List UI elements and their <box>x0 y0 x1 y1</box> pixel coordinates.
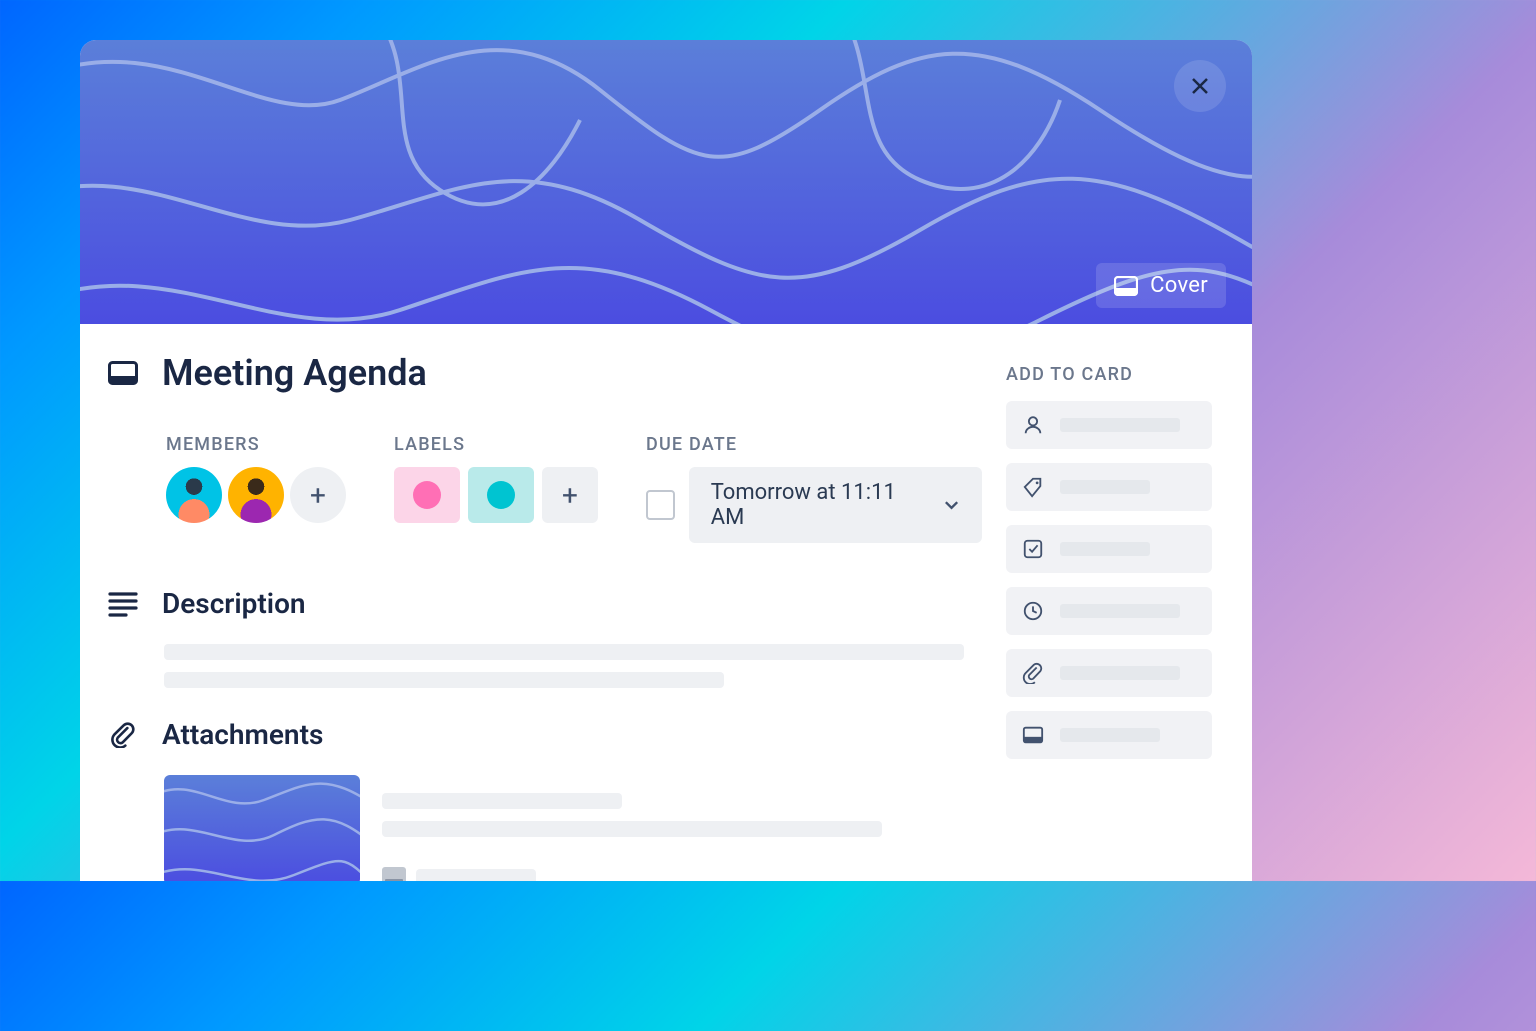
card-sidebar: ADD TO CARD <box>982 324 1252 881</box>
tag-icon <box>1022 476 1044 498</box>
sidebar-cover-button[interactable] <box>1006 711 1212 759</box>
card-main: Meeting Agenda MEMBERS + LABELS <box>80 324 982 881</box>
sidebar-dates-button[interactable] <box>1006 587 1212 635</box>
chevron-down-icon <box>943 496 960 514</box>
card-modal: Cover Meeting Agenda MEMBERS + <box>80 40 1252 881</box>
label-chip-teal[interactable] <box>468 467 534 523</box>
card-cover: Cover <box>80 40 1252 324</box>
cover-button-label: Cover <box>1150 273 1208 298</box>
sidebar-checklist-button[interactable] <box>1006 525 1212 573</box>
card-icon <box>108 361 138 385</box>
cover-mini-icon <box>382 867 406 881</box>
attachments-title: Attachments <box>162 718 323 751</box>
due-date-block: DUE DATE Tomorrow at 11:11 AM <box>646 434 982 543</box>
description-placeholder[interactable] <box>108 644 982 688</box>
attachment-meta <box>382 775 982 881</box>
member-avatar[interactable] <box>166 467 222 523</box>
sidebar-labels-button[interactable] <box>1006 463 1212 511</box>
label-chip-pink[interactable] <box>394 467 460 523</box>
attachment-icon <box>108 722 138 748</box>
description-icon <box>108 591 138 617</box>
attachments-section: Attachments <box>108 718 982 881</box>
sidebar-members-button[interactable] <box>1006 401 1212 449</box>
cover-pattern <box>80 40 1252 324</box>
paperclip-icon <box>1022 662 1044 684</box>
card-title[interactable]: Meeting Agenda <box>162 352 427 394</box>
cover-small-icon <box>1022 724 1044 746</box>
members-label: MEMBERS <box>166 434 346 455</box>
due-date-label: DUE DATE <box>646 434 982 455</box>
sidebar-attachment-button[interactable] <box>1006 649 1212 697</box>
close-button[interactable] <box>1174 60 1226 112</box>
due-date-picker[interactable]: Tomorrow at 11:11 AM <box>689 467 982 543</box>
labels-label: LABELS <box>394 434 598 455</box>
member-avatar[interactable] <box>228 467 284 523</box>
description-section: Description <box>108 587 982 688</box>
description-title: Description <box>162 587 306 620</box>
checklist-icon <box>1022 538 1044 560</box>
add-label-button[interactable]: + <box>542 467 598 523</box>
cover-icon <box>1114 276 1138 296</box>
sidebar-title: ADD TO CARD <box>1006 364 1212 385</box>
cover-button[interactable]: Cover <box>1096 263 1226 308</box>
clock-icon <box>1022 600 1044 622</box>
members-block: MEMBERS + <box>166 434 346 543</box>
due-date-checkbox[interactable] <box>646 490 675 520</box>
add-member-button[interactable]: + <box>290 467 346 523</box>
labels-block: LABELS + <box>394 434 598 543</box>
person-icon <box>1022 414 1044 436</box>
attachment-thumbnail[interactable] <box>164 775 360 881</box>
close-icon <box>1188 74 1212 98</box>
due-date-value: Tomorrow at 11:11 AM <box>711 480 923 530</box>
